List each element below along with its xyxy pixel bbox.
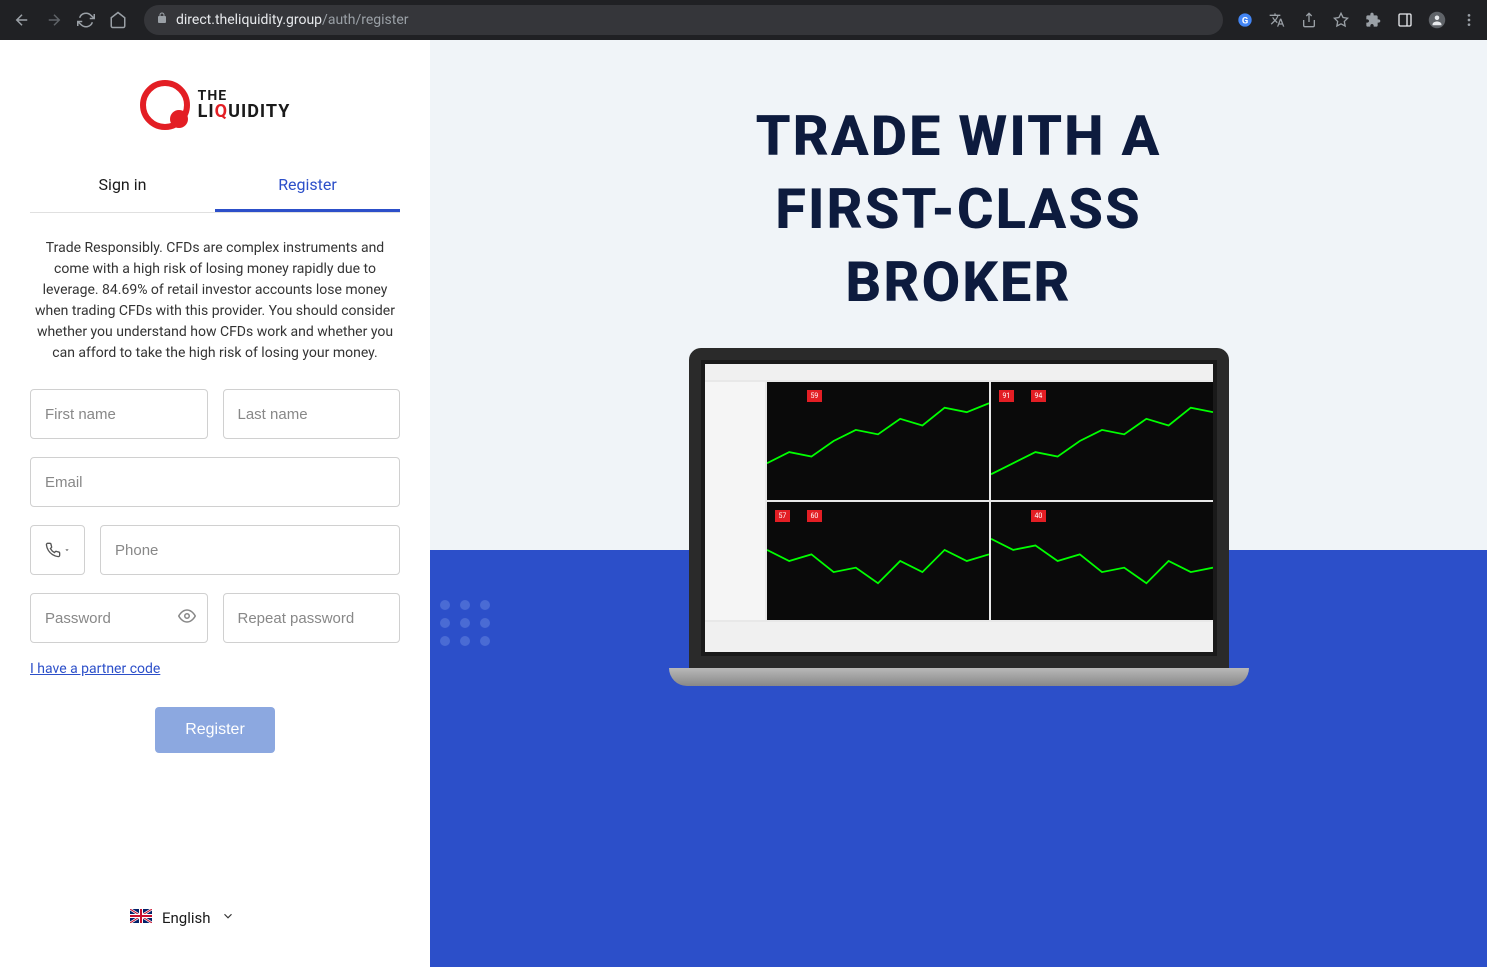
laptop-graphic: 5859 9194 5760 3640 xyxy=(689,348,1229,686)
url-text: direct.theliquidity.group/auth/register xyxy=(176,12,409,28)
first-name-field[interactable] xyxy=(30,389,208,439)
lock-icon xyxy=(156,12,168,28)
translate-icon[interactable] xyxy=(1267,10,1287,30)
decorative-dots xyxy=(440,600,492,646)
language-selector[interactable]: English xyxy=(130,888,400,947)
reload-button[interactable] xyxy=(72,6,100,34)
google-icon[interactable]: G xyxy=(1235,10,1255,30)
tab-signin[interactable]: Sign in xyxy=(30,160,215,212)
language-label: English xyxy=(162,909,211,927)
auth-tabs: Sign in Register xyxy=(30,160,400,213)
chevron-down-icon xyxy=(63,546,71,554)
panel-icon[interactable] xyxy=(1395,10,1415,30)
share-icon[interactable] xyxy=(1299,10,1319,30)
hero-heading: TRADE WITH A FIRST-CLASS BROKER xyxy=(756,100,1162,318)
home-button[interactable] xyxy=(104,6,132,34)
last-name-field[interactable] xyxy=(223,389,401,439)
risk-disclaimer: Trade Responsibly. CFDs are complex inst… xyxy=(30,238,400,364)
hero-panel: TRADE WITH A FIRST-CLASS BROKER 5859 919… xyxy=(430,40,1487,967)
toolbar-right: G xyxy=(1235,10,1479,30)
logo: THE LIQUIDITY xyxy=(140,80,291,130)
email-field[interactable] xyxy=(30,457,400,507)
chevron-down-icon xyxy=(221,908,235,927)
register-button[interactable]: Register xyxy=(155,707,275,753)
browser-toolbar: direct.theliquidity.group/auth/register … xyxy=(0,0,1487,40)
phone-icon xyxy=(45,542,61,558)
repeat-password-field[interactable] xyxy=(223,593,401,643)
page-content: THE LIQUIDITY Sign in Register Trade Res… xyxy=(0,40,1487,967)
tab-register[interactable]: Register xyxy=(215,160,400,212)
svg-text:G: G xyxy=(1242,15,1248,26)
menu-icon[interactable] xyxy=(1459,10,1479,30)
logo-mark xyxy=(140,80,190,130)
auth-panel: THE LIQUIDITY Sign in Register Trade Res… xyxy=(0,40,430,967)
address-bar[interactable]: direct.theliquidity.group/auth/register xyxy=(144,5,1223,35)
extensions-icon[interactable] xyxy=(1363,10,1383,30)
toggle-password-icon[interactable] xyxy=(178,607,196,629)
phone-field[interactable] xyxy=(100,525,400,575)
bookmark-icon[interactable] xyxy=(1331,10,1351,30)
logo-text: THE LIQUIDITY xyxy=(198,89,291,121)
phone-country-selector[interactable] xyxy=(30,525,85,575)
flag-icon xyxy=(130,908,152,927)
forward-button[interactable] xyxy=(40,6,68,34)
partner-code-link[interactable]: I have a partner code xyxy=(30,661,400,677)
back-button[interactable] xyxy=(8,6,36,34)
profile-icon[interactable] xyxy=(1427,10,1447,30)
